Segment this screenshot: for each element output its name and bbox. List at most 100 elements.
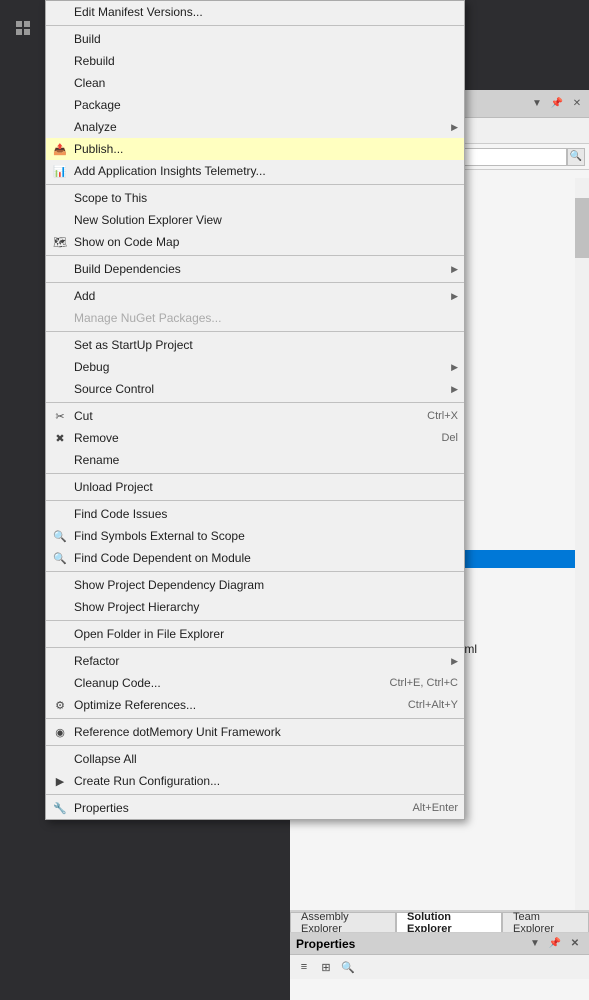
optimize-references-icon: ⚙: [52, 697, 68, 713]
reference-dotmemory-icon: ◉: [52, 724, 68, 740]
menu-item-rebuild[interactable]: Rebuild: [46, 50, 464, 72]
publish-icon: 📤: [52, 141, 68, 157]
menu-item-refactor[interactable]: Refactor ▶: [46, 650, 464, 672]
menu-item-label-collapse-all: Collapse All: [74, 752, 137, 766]
menu-item-build[interactable]: Build: [46, 28, 464, 50]
panel-dropdown-btn[interactable]: ▼: [529, 96, 545, 112]
shortcut-optimize-references: Ctrl+Alt+Y: [388, 699, 458, 711]
menu-separator: [46, 571, 464, 572]
menu-item-publish[interactable]: 📤Publish...: [46, 138, 464, 160]
properties-toolbar: ≡ ⊞ 🔍: [290, 955, 589, 979]
menu-item-add[interactable]: Add▶: [46, 285, 464, 307]
menu-item-open-folder[interactable]: Open Folder in File Explorer: [46, 623, 464, 645]
menu-item-label-source-control: Source Control: [74, 382, 154, 396]
menu-item-build-dependencies[interactable]: Build Dependencies ▶: [46, 258, 464, 280]
menu-item-add-insights[interactable]: 📊Add Application Insights Telemetry...: [46, 160, 464, 182]
menu-item-find-code-issues[interactable]: Find Code Issues: [46, 503, 464, 525]
menu-separator: [46, 282, 464, 283]
menu-item-show-code-map[interactable]: 🗺Show on Code Map: [46, 231, 464, 253]
menu-separator: [46, 255, 464, 256]
menu-item-collapse-all[interactable]: Collapse All: [46, 748, 464, 770]
menu-item-label-show-dep-diagram: Show Project Dependency Diagram: [74, 578, 264, 592]
submenu-arrow-source-control: ▶: [451, 384, 458, 395]
menu-item-create-run-config[interactable]: ▶ Create Run Configuration...: [46, 770, 464, 792]
menu-item-package[interactable]: Package: [46, 94, 464, 116]
menu-item-reference-dotmemory[interactable]: ◉ Reference dotMemory Unit Framework: [46, 721, 464, 743]
tab-team-explorer[interactable]: Team Explorer: [502, 912, 589, 932]
menu-separator: [46, 500, 464, 501]
menu-item-rename[interactable]: Rename: [46, 449, 464, 471]
props-btn-search[interactable]: 🔍: [338, 957, 358, 977]
properties-title: Properties: [296, 937, 355, 951]
menu-item-label-rename: Rename: [74, 453, 119, 467]
menu-item-label-open-folder: Open Folder in File Explorer: [74, 627, 224, 641]
context-menu: Edit Manifest Versions...BuildRebuildCle…: [45, 0, 465, 820]
menu-separator: [46, 184, 464, 185]
submenu-arrow-refactor: ▶: [451, 656, 458, 667]
menu-item-show-dep-diagram[interactable]: Show Project Dependency Diagram: [46, 574, 464, 596]
props-btn-1[interactable]: ≡: [294, 957, 314, 977]
menu-item-remove[interactable]: ✖RemoveDel: [46, 427, 464, 449]
create-run-config-icon: ▶: [52, 773, 68, 789]
menu-item-show-hierarchy[interactable]: Show Project Hierarchy: [46, 596, 464, 618]
menu-item-manage-nuget: Manage NuGet Packages...: [46, 307, 464, 329]
properties-pin[interactable]: 📌: [547, 936, 563, 952]
submenu-arrow-add: ▶: [451, 291, 458, 302]
shortcut-cleanup-code: Ctrl+E, Ctrl+C: [370, 677, 458, 689]
panel-pin-btn[interactable]: 📌: [549, 96, 565, 112]
menu-item-source-control[interactable]: Source Control ▶: [46, 378, 464, 400]
menu-item-cut[interactable]: ✂CutCtrl+X: [46, 405, 464, 427]
menu-item-label-build-dependencies: Build Dependencies: [74, 262, 181, 276]
menu-item-label-find-code-dependent: Find Code Dependent on Module: [74, 551, 251, 565]
menu-item-label-refactor: Refactor: [74, 654, 119, 668]
vertical-scrollbar[interactable]: [575, 178, 589, 910]
tab-assembly-explorer[interactable]: Assembly Explorer: [290, 912, 396, 932]
menu-item-cleanup-code[interactable]: Cleanup Code...Ctrl+E, Ctrl+C: [46, 672, 464, 694]
properties-close[interactable]: ✕: [567, 936, 583, 952]
menu-item-label-show-code-map: Show on Code Map: [74, 235, 179, 249]
menu-item-label-debug: Debug: [74, 360, 109, 374]
properties-header: Properties ▼ 📌 ✕: [290, 933, 589, 955]
menu-item-set-startup[interactable]: Set as StartUp Project: [46, 334, 464, 356]
menu-item-optimize-references[interactable]: ⚙ Optimize References... Ctrl+Alt+Y: [46, 694, 464, 716]
submenu-arrow-analyze: ▶: [451, 122, 458, 133]
menu-separator: [46, 718, 464, 719]
menu-item-scope-to-this[interactable]: Scope to This: [46, 187, 464, 209]
menu-item-find-symbols[interactable]: 🔍Find Symbols External to Scope: [46, 525, 464, 547]
scrollbar-thumb[interactable]: [575, 198, 589, 258]
menu-separator: [46, 647, 464, 648]
find-symbols-icon: 🔍: [52, 528, 68, 544]
shortcut-cut: Ctrl+X: [407, 410, 458, 422]
menu-item-edit-manifest[interactable]: Edit Manifest Versions...: [46, 1, 464, 23]
properties-dropdown[interactable]: ▼: [527, 936, 543, 952]
menu-item-find-code-dependent[interactable]: 🔍Find Code Dependent on Module: [46, 547, 464, 569]
menu-item-label-new-solution-explorer: New Solution Explorer View: [74, 213, 222, 227]
menu-item-label-build: Build: [74, 32, 101, 46]
menu-separator: [46, 473, 464, 474]
menu-item-label-optimize-references: Optimize References...: [74, 698, 196, 712]
menu-item-label-package: Package: [74, 98, 121, 112]
menu-item-label-reference-dotmemory: Reference dotMemory Unit Framework: [74, 725, 281, 739]
panel-close-btn[interactable]: ✕: [569, 96, 585, 112]
menu-item-debug[interactable]: Debug▶: [46, 356, 464, 378]
menu-separator: [46, 331, 464, 332]
menu-item-properties[interactable]: 🔧PropertiesAlt+Enter: [46, 797, 464, 819]
search-button[interactable]: 🔍: [567, 148, 585, 166]
menu-item-label-cut: Cut: [74, 409, 93, 423]
menu-item-label-edit-manifest: Edit Manifest Versions...: [74, 5, 203, 19]
menu-item-unload-project[interactable]: Unload Project: [46, 476, 464, 498]
props-btn-2[interactable]: ⊞: [316, 957, 336, 977]
properties-icon: 🔧: [52, 800, 68, 816]
menu-item-label-create-run-config: Create Run Configuration...: [74, 774, 220, 788]
menu-item-new-solution-explorer[interactable]: New Solution Explorer View: [46, 209, 464, 231]
left-sidebar: [0, 0, 45, 780]
menu-item-label-unload-project: Unload Project: [74, 480, 153, 494]
menu-item-analyze[interactable]: Analyze▶: [46, 116, 464, 138]
menu-item-label-find-code-issues: Find Code Issues: [74, 507, 167, 521]
menu-item-clean[interactable]: Clean: [46, 72, 464, 94]
menu-separator: [46, 402, 464, 403]
tab-solution-explorer[interactable]: Solution Explorer: [396, 912, 502, 932]
submenu-arrow-build-dependencies: ▶: [451, 264, 458, 275]
add-insights-icon: 📊: [52, 163, 68, 179]
sidebar-btn-1[interactable]: [0, 10, 45, 45]
